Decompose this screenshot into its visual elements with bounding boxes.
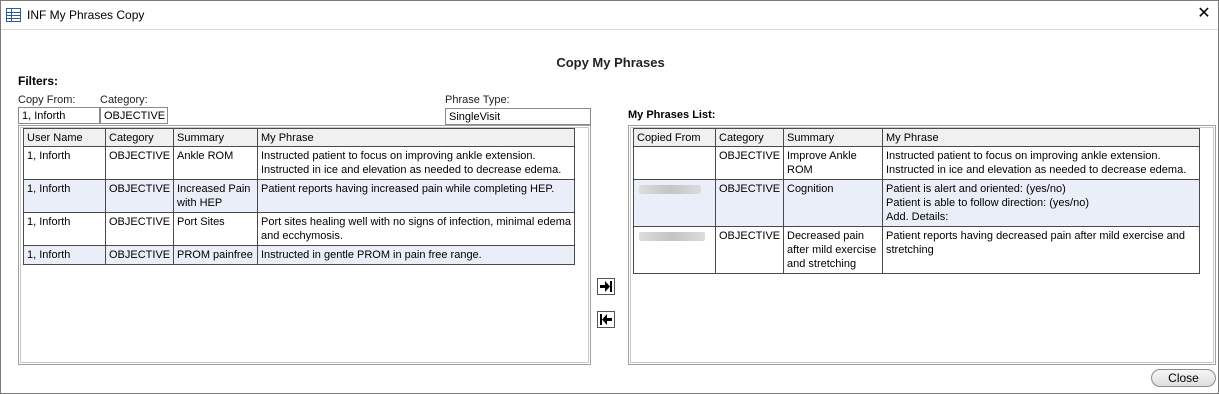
my-phrases-list-label: My Phrases List: [628,109,716,121]
table-row[interactable]: 1, Inforth OBJECTIVE Port Sites Port sit… [23,212,575,246]
user-cell: 1, Inforth [23,245,106,265]
user-cell: 1, Inforth [23,212,106,246]
filters-label: Filters: [18,74,59,88]
category-cell: OBJECTIVE [715,179,784,227]
column-header-my-phrase[interactable]: My Phrase [257,128,575,147]
source-phrases-table: User Name Category Summary My Phrase 1, … [23,128,575,265]
my-phrases-panel: Copied From Category Summary My Phrase O… [628,125,1216,365]
phrase-type-label: Phrase Type: [445,94,510,106]
column-header-my-phrase[interactable]: My Phrase [882,128,1200,147]
category-label: Category: [100,94,148,106]
phrase-cell: Instructed patient to focus on improving… [257,146,575,180]
phrase-cell: Patient reports having decreased pain af… [882,226,1200,274]
user-cell: 1, Inforth [23,146,106,180]
category-cell: OBJECTIVE [105,179,174,213]
source-phrases-panel: User Name Category Summary My Phrase 1, … [18,125,591,365]
phrase-cell: Port sites healing well with no signs of… [257,212,575,246]
category-field[interactable]: OBJECTIVE [100,107,168,124]
category-cell: OBJECTIVE [105,245,174,265]
column-header-summary[interactable]: Summary [173,128,258,147]
page-title: Copy My Phrases [556,55,665,70]
add-to-list-button[interactable] [597,278,615,295]
copy-from-field[interactable]: 1, Inforth [18,107,100,124]
summary-cell: Decreased pain after mild exercise and s… [783,226,883,274]
summary-cell: Ankle ROM [173,146,258,180]
copied-from-cell [633,179,716,227]
copy-phrases-window: INF My Phrases Copy ✕ Copy My Phrases Fi… [0,0,1219,394]
summary-cell: Cognition [783,179,883,227]
arrow-left-to-bar-icon [600,314,612,325]
column-header-category[interactable]: Category [105,128,174,147]
column-header-summary[interactable]: Summary [783,128,883,147]
table-row[interactable]: OBJECTIVE Decreased pain after mild exer… [633,226,1200,274]
title-bar: INF My Phrases Copy ✕ [1,1,1218,30]
category-cell: OBJECTIVE [715,146,784,180]
category-cell: OBJECTIVE [105,212,174,246]
phrase-type-field[interactable]: SingleVisit [445,108,591,125]
table-row[interactable]: 1, Inforth OBJECTIVE Increased Pain with… [23,179,575,213]
summary-cell: Improve Ankle ROM [783,146,883,180]
user-cell: 1, Inforth [23,179,106,213]
summary-cell: Increased Pain with HEP [173,179,258,213]
table-row[interactable]: 1, Inforth OBJECTIVE PROM painfree Instr… [23,245,575,265]
column-header-copied-from[interactable]: Copied From [633,128,716,147]
close-button[interactable]: Close [1151,369,1216,387]
table-row[interactable]: 1, Inforth OBJECTIVE Ankle ROM Instructe… [23,146,575,180]
phrase-cell: Patient reports having increased pain wh… [257,179,575,213]
column-header-user-name[interactable]: User Name [23,128,106,147]
window-title: INF My Phrases Copy [27,8,145,22]
arrow-right-to-bar-icon [600,281,612,292]
summary-cell: PROM painfree [173,245,258,265]
redacted-name [639,231,705,241]
copied-from-cell [633,146,716,180]
phrase-cell: Instructed patient to focus on improving… [882,146,1200,180]
table-icon [6,8,21,22]
redacted-name [639,184,701,194]
copy-from-label: Copy From: [18,94,76,106]
table-row[interactable]: OBJECTIVE Cognition Patient is alert and… [633,179,1200,227]
column-header-category[interactable]: Category [715,128,784,147]
phrase-cell: Patient is alert and oriented: (yes/no) … [882,179,1200,227]
my-phrases-table: Copied From Category Summary My Phrase O… [633,128,1200,274]
category-cell: OBJECTIVE [715,226,784,274]
copied-from-cell [633,226,716,274]
category-cell: OBJECTIVE [105,146,174,180]
remove-from-list-button[interactable] [597,311,615,328]
close-icon[interactable]: ✕ [1196,5,1212,23]
summary-cell: Port Sites [173,212,258,246]
phrase-cell: Instructed in gentle PROM in pain free r… [257,245,575,265]
table-row[interactable]: OBJECTIVE Improve Ankle ROM Instructed p… [633,146,1200,180]
